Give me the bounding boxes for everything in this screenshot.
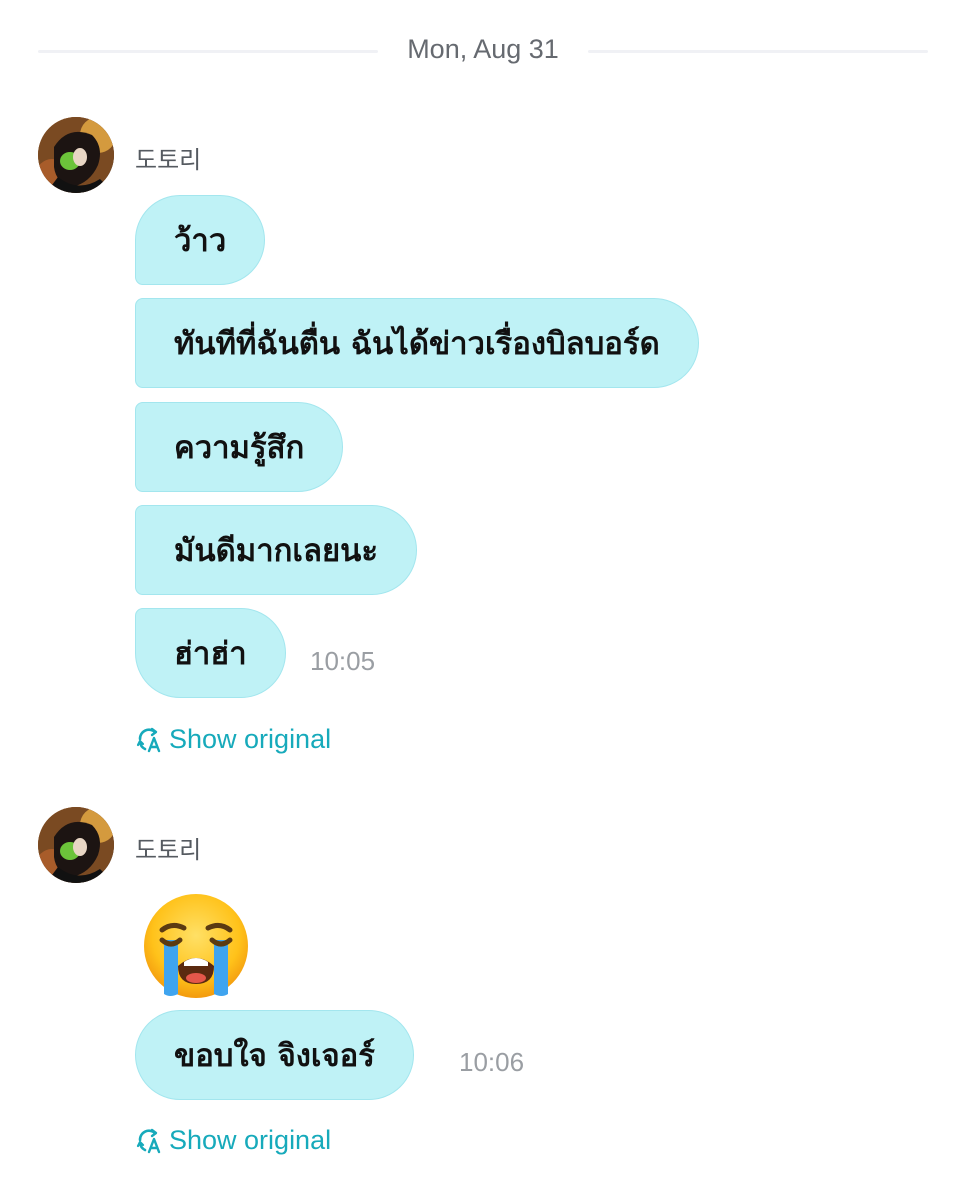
sender-name: 도토리 xyxy=(135,146,202,174)
message-bubble[interactable]: ความรู้สึก xyxy=(135,402,344,492)
avatar[interactable] xyxy=(38,117,114,193)
loudly-crying-face-icon[interactable] xyxy=(140,890,252,1002)
translate-icon xyxy=(136,727,161,752)
date-divider: Mon, Aug 31 xyxy=(0,22,966,82)
date-label: Mon, Aug 31 xyxy=(407,34,559,64)
message-text: ขอบใจ จิงเจอร์ xyxy=(174,1038,375,1074)
sender-name: 도토리 xyxy=(135,836,202,864)
message-bubble[interactable]: ทันทีที่ฉันตื่น ฉันได้ข่าวเรื่องบิลบอร์ด xyxy=(135,298,699,388)
message-bubble[interactable]: ว้าว xyxy=(135,195,266,285)
translate-icon xyxy=(136,1128,161,1153)
message-bubble[interactable]: ฮ่าฮ่า xyxy=(135,608,286,698)
divider-line-left xyxy=(38,50,378,53)
message-timestamp: 10:05 xyxy=(310,646,376,676)
message-text: ว้าว xyxy=(174,223,227,259)
message-text: ทันทีที่ฉันตื่น ฉันได้ข่าวเรื่องบิลบอร์ด xyxy=(174,326,660,362)
message-text: ฮ่าฮ่า xyxy=(174,636,247,672)
show-original-label: Show original xyxy=(169,724,332,754)
message-bubble[interactable]: มันดีมากเลยนะ xyxy=(135,505,417,595)
message-text: มันดีมากเลยนะ xyxy=(174,533,378,569)
show-original-link[interactable]: Show original xyxy=(135,724,331,755)
message-timestamp: 10:06 xyxy=(459,1047,525,1077)
show-original-link[interactable]: Show original xyxy=(135,1125,331,1156)
show-original-label: Show original xyxy=(169,1125,332,1155)
avatar[interactable] xyxy=(38,807,114,883)
divider-line-right xyxy=(588,50,928,53)
message-text: ความรู้สึก xyxy=(174,430,305,466)
message-bubble[interactable]: ขอบใจ จิงเจอร์ xyxy=(135,1010,414,1100)
